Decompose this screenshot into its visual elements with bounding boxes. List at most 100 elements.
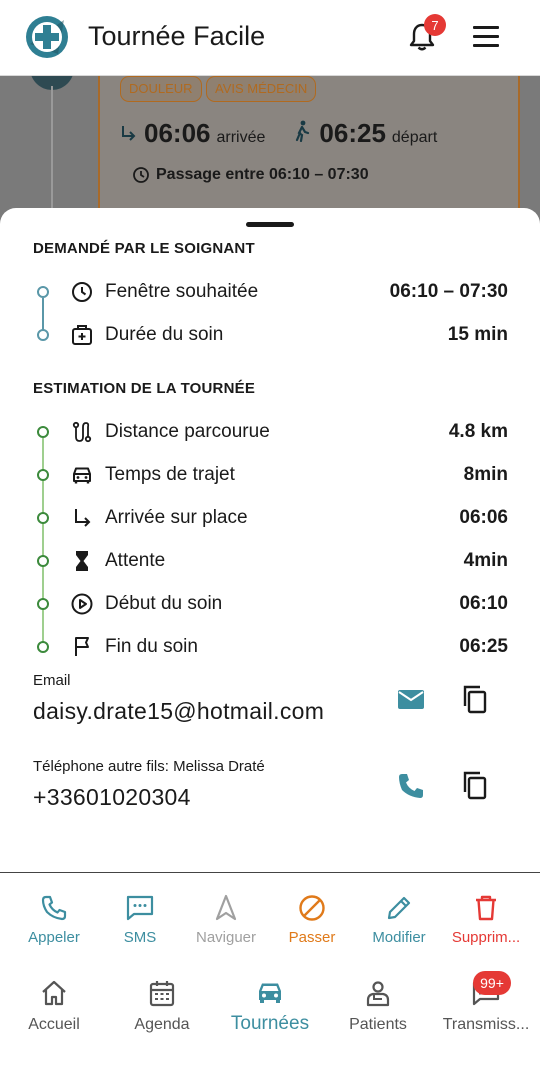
medical-bag-icon xyxy=(72,325,92,345)
row-label: Attente xyxy=(105,550,166,571)
route-icon xyxy=(72,421,92,443)
block-icon xyxy=(299,895,325,921)
requested-row-duration: Durée du soin 15 min xyxy=(0,315,540,355)
row-label: Durée du soin xyxy=(105,324,224,345)
action-label: Passer xyxy=(288,929,336,946)
estimation-row-arrival: Arrivée sur place 06:06 xyxy=(0,498,540,538)
pencil-icon xyxy=(387,896,411,920)
nav-agenda[interactable]: Agenda xyxy=(110,978,214,1034)
timeline-line xyxy=(51,86,53,226)
row-label: Distance parcourue xyxy=(105,421,270,442)
nav-tournees[interactable]: Tournées xyxy=(218,978,322,1035)
departure-time: 06:25 xyxy=(319,118,386,148)
timeline-dot xyxy=(37,598,49,610)
estimation-row-wait: Attente 4min xyxy=(0,541,540,581)
action-label: Modifier xyxy=(372,929,426,946)
visit-card[interactable]: DOULEUR AVIS MÉDECIN 06:06 arrivée 06:25… xyxy=(98,76,520,226)
estimation-row-travel-time: Temps de trajet 8min xyxy=(0,455,540,495)
nav-label: Accueil xyxy=(28,1016,80,1033)
passage-text: Passage entre 06:10 – 07:30 xyxy=(156,166,369,183)
action-label: Appeler xyxy=(28,929,80,946)
timeline-dot xyxy=(37,329,49,341)
skip-button[interactable]: Passer xyxy=(268,893,356,946)
navigation-arrow-icon xyxy=(215,894,237,921)
nav-label: Transmiss... xyxy=(442,1016,530,1033)
nav-label: Agenda xyxy=(134,1016,190,1033)
navigate-button[interactable]: Naviguer xyxy=(182,893,270,946)
sms-button[interactable]: SMS xyxy=(96,893,184,946)
action-bar: Appeler SMS Naviguer Passer Modifier Sup… xyxy=(0,872,540,964)
timeline-dot xyxy=(37,426,49,438)
row-label: Fenêtre souhaitée xyxy=(105,281,259,302)
requested-row-window: Fenêtre souhaitée 06:10 – 07:30 xyxy=(0,272,540,312)
transmissions-badge: 99+ xyxy=(473,971,511,995)
departure-label: départ xyxy=(391,129,438,146)
action-label: Supprim... xyxy=(451,929,521,946)
app-logo-icon xyxy=(26,16,68,58)
clock-icon xyxy=(133,167,149,183)
passage-window: Passage entre 06:10 – 07:30 xyxy=(132,166,369,184)
phone-icon xyxy=(41,895,67,921)
clock-icon xyxy=(72,282,92,302)
row-value: 06:06 xyxy=(459,507,508,528)
estimation-section-title: ESTIMATION DE LA TOURNÉE xyxy=(33,380,256,397)
phone-label: Téléphone autre fils: Melissa Draté xyxy=(33,758,265,775)
row-value: 06:25 xyxy=(459,636,508,657)
timeline-dot xyxy=(37,512,49,524)
copy-email-icon[interactable] xyxy=(460,684,490,714)
row-value: 4.8 km xyxy=(448,421,508,442)
tag-douleur: DOULEUR xyxy=(120,76,202,102)
message-icon xyxy=(126,895,154,921)
action-label: SMS xyxy=(123,929,157,946)
arrival-arrow-icon xyxy=(122,126,136,141)
car-icon xyxy=(259,983,281,1003)
row-value: 4min xyxy=(463,550,508,571)
arrival-time: 06:06 xyxy=(144,118,211,148)
home-icon xyxy=(42,980,66,1006)
row-label: Temps de trajet xyxy=(105,464,235,485)
estimation-row-care-end: Fin du soin 06:25 xyxy=(0,627,540,667)
play-circle-icon xyxy=(71,593,93,615)
estimation-row-care-start: Début du soin 06:10 xyxy=(0,584,540,624)
delete-button[interactable]: Supprim... xyxy=(442,893,530,946)
background-visit-card: DOULEUR AVIS MÉDECIN 06:06 arrivée 06:25… xyxy=(0,76,540,226)
patient-icon xyxy=(366,981,390,1007)
hourglass-icon xyxy=(76,551,88,571)
row-value: 06:10 – 07:30 xyxy=(389,281,508,302)
nav-label: Tournées xyxy=(230,1013,310,1034)
car-icon xyxy=(73,467,91,484)
visit-details-sheet: DEMANDÉ PAR LE SOIGNANT Fenêtre souhaité… xyxy=(0,208,540,873)
bottom-navigation: Accueil Agenda Tournées Patients Transmi… xyxy=(0,964,540,1091)
action-label: Naviguer xyxy=(195,929,257,946)
row-label: Arrivée sur place xyxy=(105,507,248,528)
app-title: Tournée Facile xyxy=(88,21,266,51)
row-value: 06:10 xyxy=(459,593,508,614)
row-value: 15 min xyxy=(447,324,508,345)
visit-times: 06:06 arrivée 06:25 départ xyxy=(120,118,465,149)
timeline-dot xyxy=(37,469,49,481)
nav-patients[interactable]: Patients xyxy=(326,978,430,1034)
email-icon[interactable] xyxy=(396,684,426,714)
calendar-icon xyxy=(149,981,175,1007)
edit-button[interactable]: Modifier xyxy=(355,893,443,946)
flag-icon xyxy=(75,637,89,656)
walking-icon xyxy=(296,120,310,142)
copy-phone-icon[interactable] xyxy=(460,770,490,800)
trash-icon xyxy=(476,895,496,921)
row-label: Début du soin xyxy=(105,593,223,614)
arrival-arrow-icon xyxy=(75,509,91,527)
nav-label: Patients xyxy=(349,1016,407,1033)
timeline-dot xyxy=(37,555,49,567)
row-label: Fin du soin xyxy=(105,636,198,657)
arrival-label: arrivée xyxy=(216,129,266,146)
timeline-dot xyxy=(37,286,49,298)
phone-value[interactable]: +33601020304 xyxy=(33,784,191,811)
phone-icon[interactable] xyxy=(396,771,426,801)
hamburger-menu-icon[interactable] xyxy=(473,26,499,48)
email-value[interactable]: daisy.drate15@hotmail.com xyxy=(33,698,324,725)
call-button[interactable]: Appeler xyxy=(10,893,98,946)
nav-home[interactable]: Accueil xyxy=(2,978,106,1034)
requested-section-title: DEMANDÉ PAR LE SOIGNANT xyxy=(33,240,255,257)
timeline-dot xyxy=(37,641,49,653)
sheet-drag-handle[interactable] xyxy=(246,222,294,227)
